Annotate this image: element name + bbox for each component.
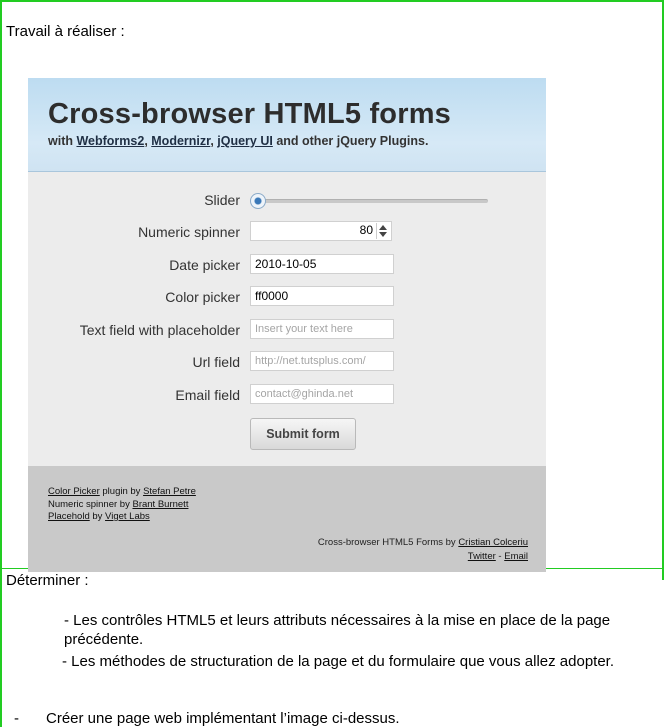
frame-top-border: [0, 0, 664, 2]
credit-text: by: [89, 511, 106, 522]
color-row: Color picker ff0000: [28, 286, 546, 308]
spinner-down-icon[interactable]: [379, 232, 387, 237]
slider-track[interactable]: [260, 199, 488, 203]
credit-text: Numeric spinner by: [48, 498, 133, 510]
screenshot-title: Cross-browser HTML5 forms: [48, 98, 452, 130]
email-link[interactable]: Email: [504, 551, 528, 562]
link-modernizr[interactable]: Modernizr: [151, 134, 210, 148]
color-field[interactable]: ff0000: [250, 286, 394, 306]
credit-line-2: Numeric spinner by Brant Burnett: [48, 499, 196, 512]
url-row: Url field http://net.tutsplus.com/: [28, 351, 546, 373]
task-text: Créer une page web implémentant l’image …: [46, 710, 400, 727]
frame-left-border: [0, 0, 2, 727]
slider-row: Slider: [28, 189, 546, 211]
email-row: Email field contact@ghinda.net: [28, 384, 546, 406]
screenshot-footer: Color Picker plugin by Stefan Petre Nume…: [28, 466, 546, 572]
brant-burnett-link[interactable]: Brant Burnett: [132, 499, 188, 510]
link-jquery-ui[interactable]: jQuery UI: [217, 134, 273, 148]
credit-text: plugin by: [99, 486, 144, 497]
spinner-row: Numeric spinner 80: [28, 221, 546, 243]
author-text: Cross-browser HTML5 Forms by: [317, 537, 459, 548]
url-field[interactable]: http://net.tutsplus.com/: [250, 351, 394, 371]
slider-handle[interactable]: [250, 193, 266, 209]
link-webforms2[interactable]: Webforms2: [76, 134, 144, 148]
contact-line: Twitter - Email: [318, 550, 528, 564]
credit-line-3: Placehold by Viget Labs: [48, 511, 196, 524]
url-label: Url field: [192, 354, 240, 370]
slider-label: Slider: [204, 192, 240, 208]
author-line: Cross-browser HTML5 Forms by Cristian Co…: [318, 536, 528, 550]
determiner-text: Déterminer :: [6, 572, 89, 589]
color-picker-link[interactable]: Color Picker: [48, 486, 100, 497]
viget-labs-link[interactable]: Viget Labs: [105, 511, 150, 522]
date-label: Date picker: [169, 257, 240, 273]
date-row: Date picker 2010-10-05: [28, 254, 546, 276]
submit-button[interactable]: Submit form: [250, 418, 356, 450]
credit-line-1: Color Picker plugin by Stefan Petre: [48, 486, 196, 499]
text-label: Text field with placeholder: [79, 322, 240, 338]
spinner-arrows[interactable]: [376, 223, 389, 239]
email-field[interactable]: contact@ghinda.net: [250, 384, 394, 404]
color-label: Color picker: [165, 289, 240, 305]
spinner-value: 80: [359, 223, 373, 237]
list-item-structure: - Les méthodes de structuration de la pa…: [62, 653, 615, 670]
subtitle-prefix: with: [48, 134, 77, 148]
numeric-spinner[interactable]: 80: [250, 221, 392, 241]
screenshot-subtitle: with Webforms2, Modernizr, jQuery UI and…: [48, 134, 428, 148]
email-label: Email field: [175, 387, 240, 403]
spinner-up-icon[interactable]: [379, 225, 387, 230]
stefan-petre-link[interactable]: Stefan Petre: [143, 486, 196, 497]
credits-left: Color Picker plugin by Stefan Petre Nume…: [48, 486, 196, 524]
text-field[interactable]: Insert your text here: [250, 319, 394, 339]
text-row: Text field with placeholder Insert your …: [28, 319, 546, 341]
twitter-link[interactable]: Twitter: [468, 551, 496, 562]
list-item-controls: - Les contrôles HTML5 et leurs attributs…: [64, 612, 611, 648]
date-field[interactable]: 2010-10-05: [250, 254, 394, 274]
screenshot-header: Cross-browser HTML5 forms with Webforms2…: [28, 78, 546, 172]
task-bullet: -: [14, 710, 19, 727]
spinner-label: Numeric spinner: [138, 224, 240, 240]
placehold-link[interactable]: Placehold: [48, 511, 90, 522]
credits-right: Cross-browser HTML5 Forms by Cristian Co…: [318, 536, 528, 564]
subtitle-suffix: and other jQuery Plugins.: [272, 134, 429, 148]
intro-text: Travail à réaliser :: [6, 23, 125, 40]
contact-sep: -: [495, 551, 505, 562]
form-screenshot: Cross-browser HTML5 forms with Webforms2…: [28, 78, 546, 572]
cristian-colceriu-link[interactable]: Cristian Colceriu: [458, 537, 528, 548]
